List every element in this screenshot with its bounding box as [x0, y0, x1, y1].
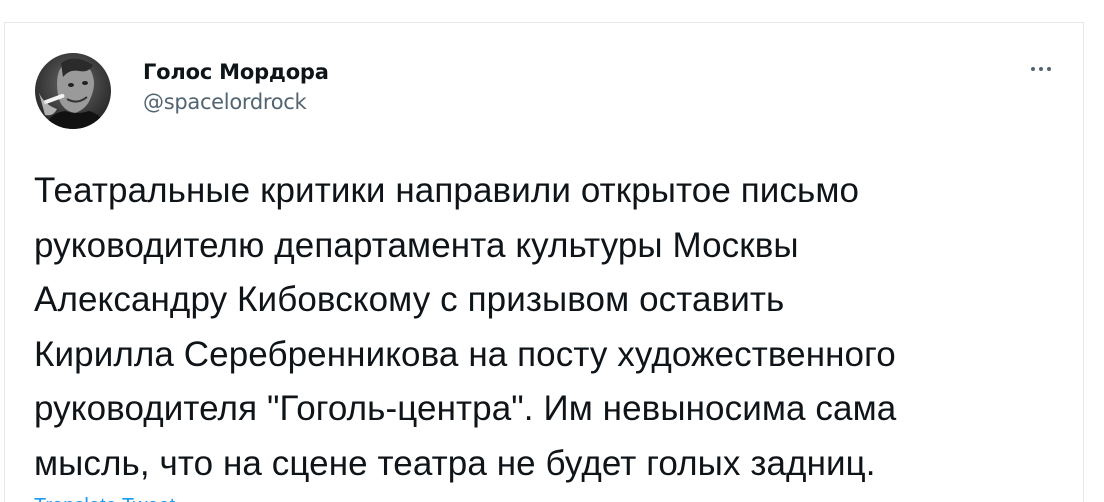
user-handle[interactable]: @spacelordrock	[143, 88, 329, 116]
avatar-photo-icon	[35, 53, 111, 129]
author-info: Голос Мордора @spacelordrock	[143, 58, 329, 116]
translate-tweet-link[interactable]: Translate Tweet	[34, 494, 175, 502]
tweet-text: Театральные критики направили открытое п…	[34, 171, 897, 483]
more-horizontal-icon	[1031, 67, 1051, 71]
more-options-button[interactable]	[1029, 57, 1053, 81]
display-name[interactable]: Голос Мордора	[143, 58, 329, 86]
user-avatar[interactable]	[35, 53, 111, 129]
